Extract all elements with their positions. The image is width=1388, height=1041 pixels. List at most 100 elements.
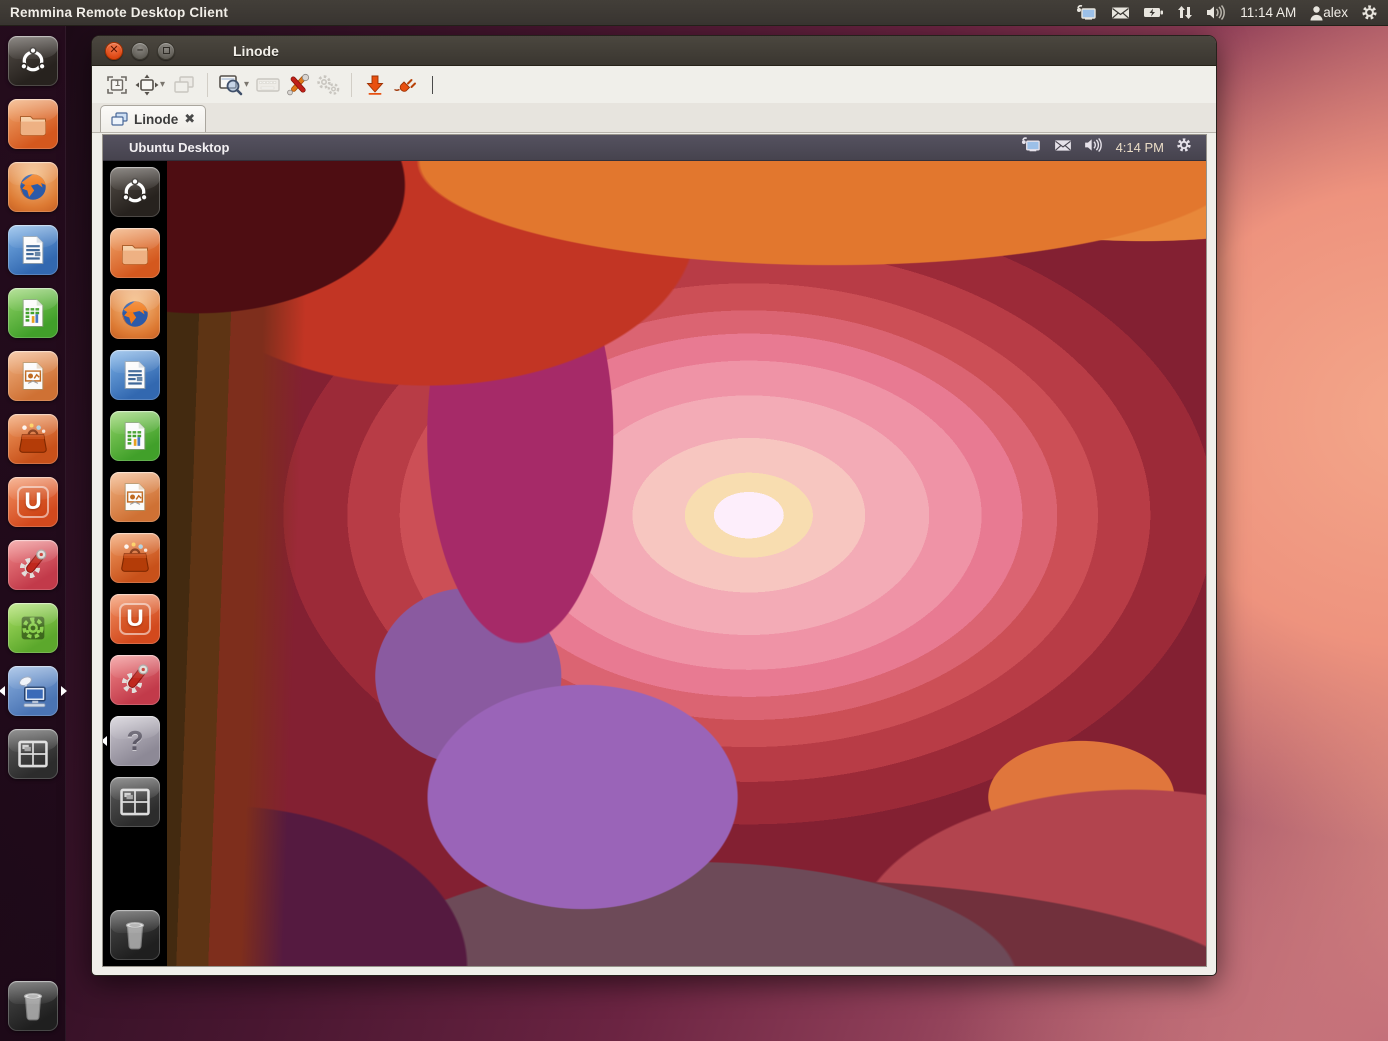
software-center-bag-icon [16, 422, 50, 456]
tools-wrench-screwdriver-icon [285, 73, 311, 97]
remote-desktop-indicator-icon[interactable] [1076, 5, 1098, 21]
workspace-switcher-icon [118, 786, 152, 818]
calc-spreadsheet-icon [120, 420, 150, 452]
user-menu[interactable]: alex [1309, 5, 1348, 21]
impress-presentation-icon [18, 360, 48, 392]
window-minimize-button[interactable]: – [131, 42, 149, 60]
remmina-remote-desktop-icon [15, 673, 51, 709]
launcher-item-libreoffice-calc[interactable] [8, 288, 58, 338]
remote-launcher-item-libreoffice-writer[interactable] [110, 350, 160, 400]
username-label: alex [1323, 5, 1348, 20]
software-center-bag-icon [118, 541, 152, 575]
remote-launcher-item-software-center[interactable] [110, 533, 160, 583]
remmina-toolbar: 1 ▾ ▾ [92, 66, 1216, 103]
remote-launcher-item-firefox[interactable] [110, 289, 160, 339]
software-updater-icon [16, 611, 50, 645]
keyboard-icon [255, 75, 281, 95]
resize-number-label: 1 [115, 78, 120, 88]
duplicate-window-icon [172, 74, 196, 96]
focused-indicator-arrow [61, 686, 67, 696]
folder-icon [17, 109, 49, 139]
calc-spreadsheet-icon [18, 297, 48, 329]
tab-connection-icon [111, 112, 128, 127]
launcher-item-libreoffice-impress[interactable] [8, 351, 58, 401]
launcher-item-workspace-switcher[interactable] [8, 729, 58, 779]
settings-gear-wrench-icon [15, 547, 51, 583]
host-launcher: U [0, 26, 66, 1041]
launcher-item-software-updater[interactable] [8, 603, 58, 653]
remote-indicator-tray: 4:14 PM [1021, 137, 1206, 158]
launcher-item-libreoffice-writer[interactable] [8, 225, 58, 275]
remote-clock[interactable]: 4:14 PM [1116, 140, 1164, 155]
folder-icon [119, 238, 151, 268]
resize-window-button[interactable]: 1 [102, 70, 132, 100]
tools-button[interactable] [283, 70, 313, 100]
host-indicator-tray: 11:14 AM alex [1076, 4, 1388, 21]
connection-tabbar: Linode ✖ [92, 103, 1216, 133]
writer-document-icon [18, 234, 48, 266]
launcher-item-system-settings[interactable] [8, 540, 58, 590]
volume-indicator-icon[interactable] [1084, 138, 1104, 157]
grab-keyboard-button[interactable] [253, 70, 283, 100]
writer-document-icon [120, 359, 150, 391]
remote-launcher-item-unknown-window[interactable]: ? [110, 716, 160, 766]
settings-gear-wrench-icon [117, 662, 153, 698]
remote-launcher-item-libreoffice-calc[interactable] [110, 411, 160, 461]
window-titlebar[interactable]: ✕ – Linode [92, 36, 1216, 66]
launcher-item-home-folder[interactable] [8, 99, 58, 149]
duplicate-connection-button[interactable] [169, 70, 199, 100]
fullscreen-button[interactable] [132, 70, 162, 100]
battery-indicator-icon[interactable] [1143, 6, 1164, 19]
remote-launcher-item-ubuntu-dash[interactable] [110, 167, 160, 217]
launcher-item-ubuntu-dash[interactable] [8, 36, 58, 86]
unknown-window-question-icon: ? [126, 725, 143, 757]
ubuntu-one-u-icon: U [119, 603, 151, 635]
remote-launcher-item-libreoffice-impress[interactable] [110, 472, 160, 522]
disconnect-button[interactable] [390, 70, 420, 100]
remote-launcher-item-home-folder[interactable] [110, 228, 160, 278]
ubuntu-logo-icon [120, 177, 150, 207]
launcher-item-firefox[interactable] [8, 162, 58, 212]
remote-wallpaper[interactable] [167, 161, 1206, 966]
impress-presentation-icon [120, 481, 150, 513]
remote-desktop-indicator-icon[interactable] [1021, 137, 1042, 158]
mail-indicator-icon[interactable] [1111, 6, 1130, 20]
remote-desktop[interactable]: U ? [103, 161, 1206, 966]
preferences-button[interactable] [313, 70, 343, 100]
launcher-item-software-center[interactable] [8, 414, 58, 464]
remote-launcher: U ? [103, 161, 167, 966]
remote-launcher-item-trash[interactable] [110, 910, 160, 960]
mail-indicator-icon[interactable] [1054, 139, 1072, 157]
trash-icon [118, 917, 152, 953]
text-cursor [432, 76, 433, 94]
launcher-item-remmina[interactable] [8, 666, 58, 716]
session-gear-icon[interactable] [1361, 4, 1378, 21]
fullscreen-icon [135, 74, 159, 96]
remote-menu-title: Ubuntu Desktop [129, 140, 229, 155]
launcher-item-ubuntu-one[interactable]: U [8, 477, 58, 527]
host-desktop: Remmina Remote Desktop Client 11:14 AM a… [0, 0, 1388, 1041]
firefox-icon [117, 296, 153, 332]
tab-label: Linode [134, 112, 178, 127]
launcher-item-trash[interactable] [8, 981, 58, 1031]
host-clock[interactable]: 11:14 AM [1240, 5, 1296, 20]
host-top-panel: Remmina Remote Desktop Client 11:14 AM a… [0, 0, 1388, 26]
scaled-mode-magnifier-icon [218, 73, 244, 97]
tab-close-button[interactable]: ✖ [184, 111, 195, 127]
running-indicator-arrow [0, 686, 5, 696]
sync-arrows-indicator-icon[interactable] [1177, 5, 1193, 20]
minimize-to-tray-button[interactable] [360, 70, 390, 100]
scaled-mode-button[interactable] [216, 70, 246, 100]
user-icon [1309, 5, 1324, 21]
remote-session-viewport[interactable]: Ubuntu Desktop 4:14 PM [102, 134, 1207, 967]
remote-launcher-item-ubuntu-one[interactable]: U [110, 594, 160, 644]
remote-launcher-item-workspace-switcher[interactable] [110, 777, 160, 827]
orange-down-arrow-icon [363, 73, 387, 97]
remote-launcher-item-system-settings[interactable] [110, 655, 160, 705]
window-close-button[interactable]: ✕ [105, 42, 123, 60]
tab-linode[interactable]: Linode ✖ [100, 105, 206, 132]
remmina-window: ✕ – Linode 1 ▾ ▾ [92, 36, 1216, 975]
session-gear-icon[interactable] [1176, 137, 1192, 158]
volume-indicator-icon[interactable] [1206, 5, 1227, 20]
window-maximize-button[interactable] [157, 42, 175, 60]
